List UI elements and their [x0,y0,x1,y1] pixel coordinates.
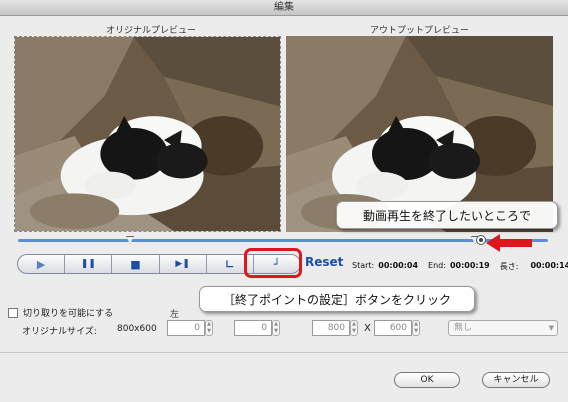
play-button[interactable]: ▶ [18,255,66,273]
ok-button[interactable]: OK [394,372,460,388]
stop-button[interactable]: ■ [112,255,160,273]
crop-height-field[interactable]: 600 [374,320,412,336]
original-size-value: 800x600 [117,324,157,334]
callout-set-end-point: ［終了ポイントの設定］ボタンをクリック [199,286,475,312]
crop-height-stepper[interactable]: ▲ ▼ [412,320,420,336]
red-arrow-icon [486,234,532,252]
end-point-highlight [244,248,302,278]
crop-width-stepper[interactable]: ▲ ▼ [350,320,358,336]
chevron-down-icon: ▼ [548,324,554,332]
end-time: 00:00:19 [449,261,490,270]
start-time: 00:00:04 [378,261,419,270]
output-preview-label: アウトプットプレビュー [370,26,470,36]
crop-enable-checkbox[interactable] [8,307,18,318]
crop-top-field[interactable]: 0 [234,320,272,336]
pause-button[interactable]: ❚❚ [65,255,113,273]
crop-top-stepper[interactable]: ▲ ▼ [272,320,280,336]
length-time: 00:00:14 [530,261,568,270]
cat-photo-original [15,37,280,231]
crop-enable-row[interactable]: 切り取りを可能にする [8,306,113,319]
timeline-slider[interactable] [18,235,548,245]
original-size-label: オリジナルサイズ: [22,327,97,337]
dimension-x-label: X [364,323,371,334]
timeline-track[interactable] [18,239,548,242]
crop-enable-label: 切り取りを可能にする [23,309,114,319]
start-label: Start: [352,261,375,270]
playhead-knob[interactable] [476,235,486,245]
next-frame-button[interactable]: ▶❚ [160,255,207,273]
reset-button[interactable]: Reset [305,255,343,269]
crop-left-field[interactable]: 0 [167,320,205,336]
window-title: 編集 [0,0,568,16]
length-label: 長さ: [499,262,519,271]
footer-divider [0,352,568,353]
callout-playback-end: 動画再生を終了したいところで [336,201,558,229]
cancel-button[interactable]: キャンセル [482,372,550,388]
crop-left-stepper[interactable]: ▲ ▼ [205,320,213,336]
crop-width-field[interactable]: 800 [312,320,350,336]
original-preview[interactable] [14,36,281,232]
end-label: End: [428,261,446,270]
original-preview-label: オリジナルプレビュー [106,26,197,36]
aspect-ratio-select[interactable]: 無し ▼ [448,320,558,336]
crop-left-label: 左 [170,310,180,320]
aspect-ratio-value: 無し [454,323,473,333]
time-readout: Start: 00:00:04 End: 00:00:19 長さ: 00:00:14 [352,261,568,272]
